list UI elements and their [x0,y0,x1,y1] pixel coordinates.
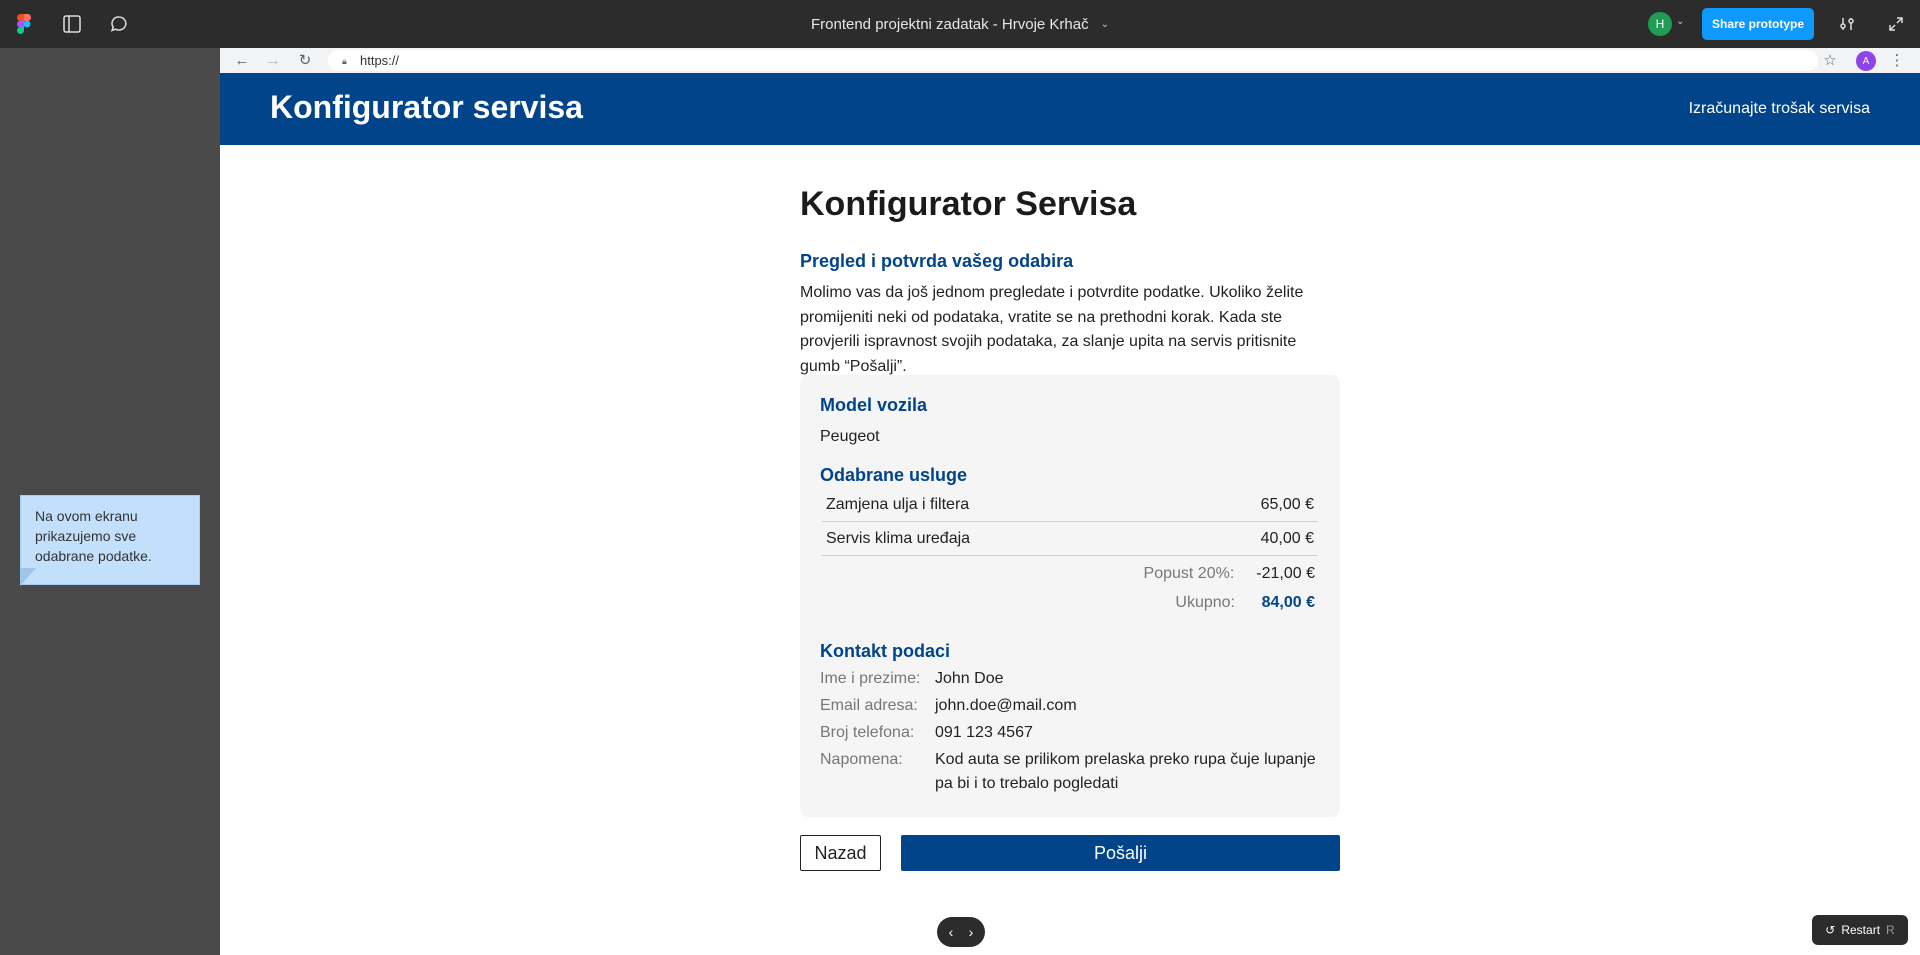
total-value: 84,00 € [1261,594,1315,611]
contact-value: john.doe@mail.com [935,697,1077,714]
page-subtitle: Pregled i potvrda vašeg odabira [800,251,1074,271]
contact-label: Ime i prezime: [820,670,921,687]
contact-row: Napomena: Kod auta se prilikom prelaska … [820,748,1320,796]
contact-row: Email adresa: john.doe@mail.com [820,694,1320,718]
chevron-down-icon[interactable]: ⌄ [1101,19,1109,30]
service-price: 65,00 € [1260,495,1314,513]
star-icon[interactable]: ☆ [1820,50,1840,70]
service-name: Servis klima uređaja [826,529,971,547]
chevron-down-icon[interactable]: ⌄ [1676,16,1684,27]
contact-row: Broj telefona: 091 123 4567 [820,721,1320,745]
contact-value: 091 123 4567 [935,724,1033,741]
service-row: Servis klima uređaja 40,00 € [822,522,1318,556]
user-avatar[interactable]: H [1648,12,1672,36]
discount-label: Popust 20%: [1143,565,1235,582]
next-frame-icon[interactable]: › [969,924,974,940]
service-row: Zamjena ulja i filtera 65,00 € [822,488,1318,522]
summary-card: Model vozila Peugeot Odabrane usluge Zam… [800,375,1340,817]
browser-profile-avatar[interactable]: A [1856,51,1876,71]
prev-frame-icon[interactable]: ‹ [949,924,954,940]
lock-icon: 🔒︎ [342,55,347,66]
restart-label: Restart [1841,923,1881,937]
figma-toolbar: Frontend projektni zadatak - Hrvoje Krha… [0,0,1920,48]
contact-label: Email adresa: [820,697,918,714]
back-arrow-icon[interactable]: ← [232,50,252,70]
forward-arrow-icon[interactable]: → [263,50,283,70]
url-input[interactable]: 🔒︎ https:// [328,50,1818,71]
share-prototype-button[interactable]: Share prototype [1702,8,1814,40]
file-title[interactable]: Frontend projektni zadatak - Hrvoje Krha… [811,16,1089,33]
contact-value: Kod auta se prilikom prelaska preko rupa… [935,751,1316,792]
sticky-note[interactable]: Na ovom ekranu prikazujemo sve odabrane … [20,495,200,585]
service-price: 40,00 € [1260,529,1314,547]
intro-text: Molimo vas da još jednom pregledate i po… [800,284,1304,375]
restart-icon: ↺ [1825,923,1836,937]
browser-address-bar: ← → ↻ 🔒︎ https:// ☆ A ⋮ [220,48,1920,73]
sticky-note-fold [20,568,36,586]
total-row: Ukupno: 84,00 € [1175,594,1315,612]
total-label: Ukupno: [1175,594,1235,611]
services-heading: Odabrane usluge [820,465,968,485]
prototype-browser-frame: ← → ↻ 🔒︎ https:// ☆ A ⋮ Konfigurator ser… [220,48,1920,955]
prototype-nav: ‹ › [937,917,985,947]
expand-icon[interactable] [1884,12,1908,36]
model-heading: Model vozila [820,395,928,415]
site-brand[interactable]: Konfigurator servisa [270,89,583,126]
service-name: Zamjena ulja i filtera [826,495,970,513]
site-header: Konfigurator servisa Izračunajte trošak … [220,73,1920,145]
discount-row: Popust 20%: -21,00 € [1144,565,1315,583]
more-menu-icon[interactable]: ⋮ [1887,50,1907,70]
nav-link-calculate[interactable]: Izračunajte trošak servisa [1689,100,1870,118]
url-text: https:// [360,53,400,68]
page-title: Konfigurator Servisa [800,185,1137,223]
figma-logo-icon[interactable] [12,12,36,36]
model-value: Peugeot [820,428,880,445]
contact-label: Broj telefona: [820,724,915,741]
back-button[interactable]: Nazad [800,835,881,871]
send-button[interactable]: Pošalji [901,835,1340,871]
contact-row: Ime i prezime: John Doe [820,667,1320,691]
sidebar-toggle-icon[interactable] [60,12,84,36]
restart-button[interactable]: ↺ Restart R [1812,915,1908,945]
settings-sliders-icon[interactable] [1835,12,1859,36]
reload-icon[interactable]: ↻ [295,50,315,70]
contact-value: John Doe [935,670,1004,687]
restart-shortcut: R [1886,923,1895,937]
contact-heading: Kontakt podaci [820,641,951,661]
contact-label: Napomena: [820,751,903,768]
discount-value: -21,00 € [1256,565,1315,582]
comment-icon[interactable] [107,12,131,36]
